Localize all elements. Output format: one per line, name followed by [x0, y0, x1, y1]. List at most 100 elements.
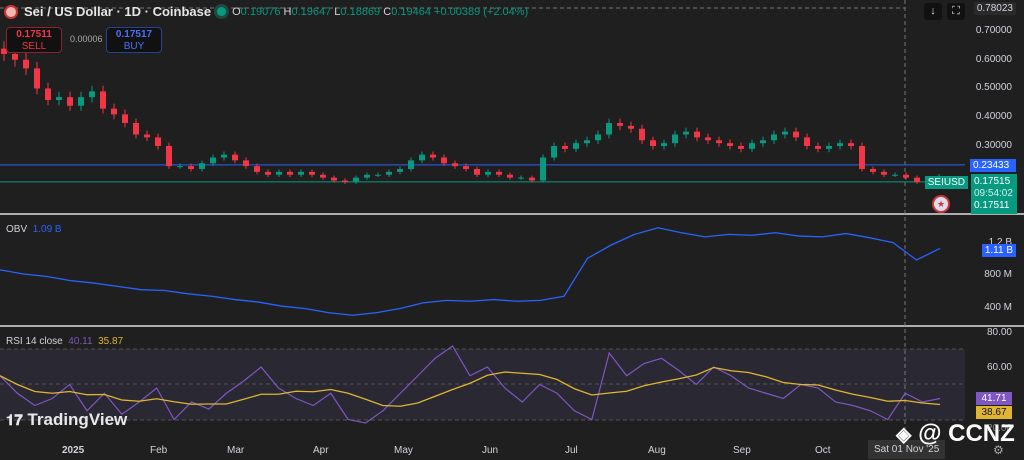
candle-body — [397, 169, 403, 172]
symbol-title[interactable]: Sei / US Dollar · 1D · Coinbase — [24, 4, 211, 19]
candle-body — [551, 146, 557, 158]
candle-body — [430, 154, 436, 158]
candle-body — [331, 177, 337, 181]
rsi-legend[interactable]: RSI 14 close 40.11 35.87 — [6, 336, 123, 347]
candle-body — [408, 160, 414, 169]
candle-body — [584, 140, 590, 144]
candle-body — [441, 157, 447, 164]
candle-body — [199, 163, 205, 169]
candle-body — [672, 134, 678, 144]
candle-body — [111, 108, 117, 115]
candle-body — [683, 131, 689, 135]
candle-body — [650, 140, 656, 146]
chart-canvas[interactable] — [0, 0, 1024, 460]
candle-body — [122, 114, 128, 123]
candle-body — [419, 154, 425, 161]
time-tick: Jul — [565, 445, 578, 456]
candle-body — [364, 174, 370, 178]
buy-button[interactable]: 0.17517 BUY — [106, 27, 162, 53]
obv-axis-tick: 400 M — [984, 302, 1012, 313]
time-tick: Jun — [482, 445, 499, 456]
candle-body — [254, 166, 260, 172]
candle-body — [34, 68, 40, 89]
candle-body — [45, 88, 51, 100]
time-tick: Oct — [815, 445, 831, 456]
candle-body — [837, 143, 843, 146]
time-tick: Aug — [648, 445, 666, 456]
candle-body — [188, 166, 194, 169]
horizontal-line-price-label: 0.23433 — [970, 159, 1016, 172]
sell-button[interactable]: 0.17511 SELL — [6, 27, 62, 53]
tradingview-logo-icon: 𝟏𝟕 — [6, 412, 23, 429]
scroll-to-latest-button[interactable]: ↓ — [924, 3, 942, 20]
candle-body — [78, 97, 84, 106]
candle-body — [760, 140, 766, 144]
candle-body — [474, 169, 480, 175]
candle-body — [518, 177, 524, 179]
candle-body — [529, 177, 535, 181]
candle-body — [562, 146, 568, 149]
candle-body — [144, 134, 150, 138]
candle-body — [694, 131, 700, 138]
candle-body — [540, 157, 546, 181]
time-tick: May — [394, 445, 413, 456]
obv-line — [0, 227, 941, 316]
candle-body — [606, 123, 612, 135]
candle-body — [628, 125, 634, 129]
candle-body — [265, 171, 271, 175]
candle-body — [782, 131, 788, 135]
price-tick: 0.50000 — [975, 82, 1012, 93]
candle-body — [804, 137, 810, 146]
candle-body — [485, 171, 491, 175]
candle-body — [617, 123, 623, 126]
candle-body — [243, 160, 249, 167]
tradingview-watermark[interactable]: 𝟏𝟕 TradingView — [6, 410, 127, 430]
candle-body — [705, 137, 711, 141]
candle-body — [133, 123, 139, 135]
candle-body — [232, 154, 238, 161]
candle-body — [353, 177, 359, 182]
candle-body — [298, 171, 304, 175]
candle-body — [507, 174, 513, 178]
time-tick: Feb — [150, 445, 168, 456]
candle-body — [100, 91, 106, 109]
candle-body — [342, 180, 348, 182]
spread-value: 0.00006 — [70, 34, 103, 44]
rsi-last-label: 41.71 — [976, 392, 1012, 405]
candle-body — [859, 146, 865, 169]
candle-body — [452, 163, 458, 167]
candle-body — [375, 174, 381, 176]
candle-body — [793, 131, 799, 138]
symbol-label: SEIUSD — [924, 176, 968, 189]
candle-body — [89, 91, 95, 98]
price-tick: 0.30000 — [975, 140, 1012, 151]
candle-body — [716, 140, 722, 144]
candle-body — [210, 157, 216, 164]
price-tick: 0.70000 — [975, 25, 1012, 36]
candle-body — [177, 166, 183, 168]
candle-body — [386, 171, 392, 175]
candle-body — [166, 146, 172, 167]
settings-gear-icon[interactable]: ⚙ — [993, 443, 1004, 457]
market-status-icon — [217, 7, 227, 16]
time-tick: Mar — [227, 445, 245, 456]
candle-body — [826, 146, 832, 149]
binance-logo-icon: ◈ — [896, 424, 912, 446]
candle-body — [639, 128, 645, 141]
obv-axis-tick: 800 M — [984, 269, 1012, 280]
price-tick: 0.40000 — [975, 111, 1012, 122]
candle-body — [320, 174, 326, 178]
us-flag-event-icon[interactable]: ★ — [932, 195, 950, 213]
candle-body — [892, 174, 898, 176]
candle-body — [155, 137, 161, 146]
candle-body — [771, 134, 777, 141]
candle-body — [870, 169, 876, 172]
candle-body — [914, 177, 920, 182]
candle-body — [276, 171, 282, 175]
obv-legend[interactable]: OBV 1.09 B — [6, 224, 62, 235]
candle-body — [463, 166, 469, 169]
candle-body — [221, 154, 227, 158]
last-price-label: 0.17515 09:54:02 0.17511 — [971, 174, 1017, 214]
fullscreen-button[interactable]: ⛶ — [947, 3, 965, 20]
candle-body — [815, 146, 821, 149]
